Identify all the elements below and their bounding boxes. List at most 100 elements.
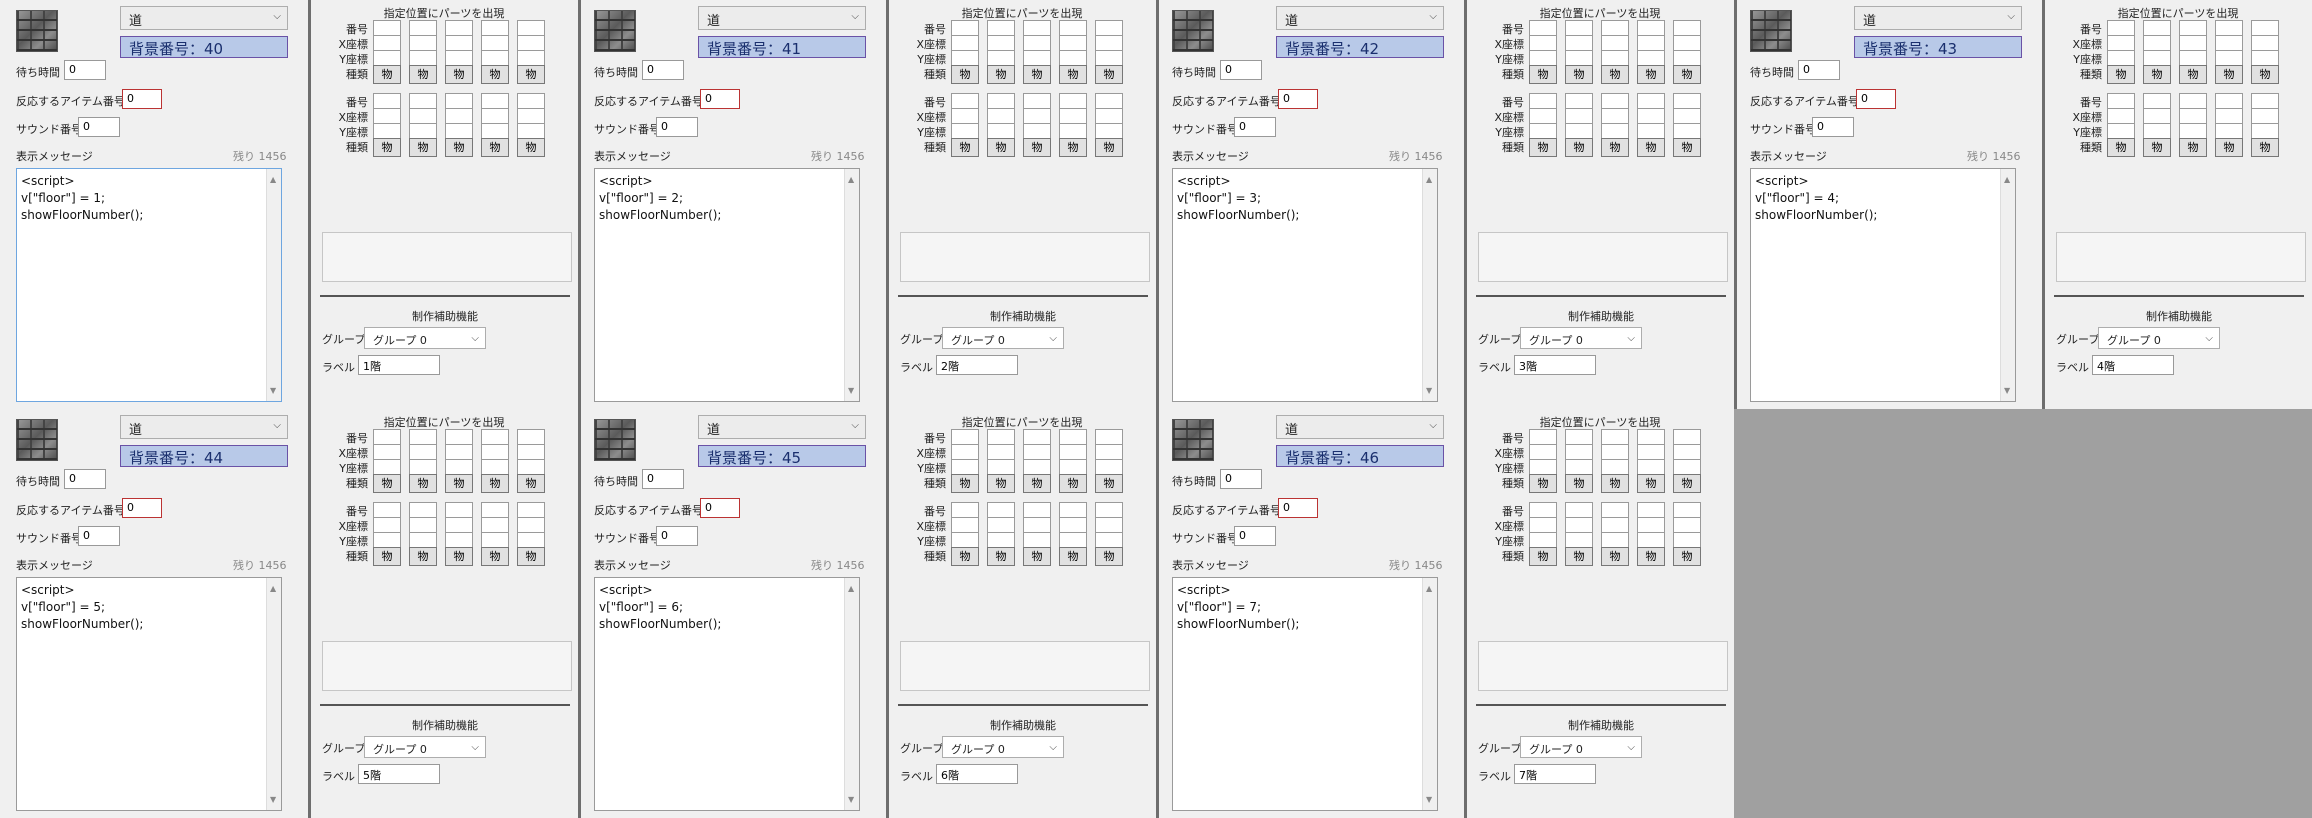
scroll-up-icon[interactable]: ▲ bbox=[848, 171, 854, 188]
wait-input[interactable]: 0 bbox=[1220, 60, 1262, 80]
parts-type-button[interactable]: 物 bbox=[445, 547, 473, 566]
parts-type-button[interactable]: 物 bbox=[1529, 474, 1557, 493]
parts-type-button[interactable]: 物 bbox=[951, 474, 979, 493]
parts-type-button[interactable]: 物 bbox=[1673, 547, 1701, 566]
message-textarea[interactable]: <script> v["floor"] = 3; showFloorNumber… bbox=[1172, 168, 1438, 402]
label-input[interactable]: 7階 bbox=[1514, 764, 1596, 784]
parts-type-button[interactable]: 物 bbox=[1095, 547, 1123, 566]
parts-type-button[interactable]: 物 bbox=[951, 138, 979, 157]
parts-type-button[interactable]: 物 bbox=[1059, 138, 1087, 157]
parts-type-button[interactable]: 物 bbox=[445, 474, 473, 493]
parts-type-button[interactable]: 物 bbox=[1023, 547, 1051, 566]
parts-type-button[interactable]: 物 bbox=[2107, 138, 2135, 157]
parts-type-button[interactable]: 物 bbox=[2179, 65, 2207, 84]
scroll-down-icon[interactable]: ▼ bbox=[848, 791, 854, 808]
parts-type-button[interactable]: 物 bbox=[409, 65, 437, 84]
parts-type-button[interactable]: 物 bbox=[1023, 474, 1051, 493]
parts-type-button[interactable]: 物 bbox=[1637, 65, 1665, 84]
message-scrollbar[interactable]: ▲ ▼ bbox=[844, 169, 859, 401]
parts-type-button[interactable]: 物 bbox=[1565, 65, 1593, 84]
scroll-down-icon[interactable]: ▼ bbox=[270, 791, 276, 808]
item-input[interactable]: 0 bbox=[700, 89, 740, 109]
scroll-up-icon[interactable]: ▲ bbox=[1426, 171, 1432, 188]
parts-type-button[interactable]: 物 bbox=[445, 65, 473, 84]
item-input[interactable]: 0 bbox=[1278, 89, 1318, 109]
scroll-up-icon[interactable]: ▲ bbox=[1426, 580, 1432, 597]
sound-input[interactable]: 0 bbox=[1812, 117, 1854, 137]
parts-type-button[interactable]: 物 bbox=[1601, 138, 1629, 157]
parts-type-button[interactable]: 物 bbox=[481, 65, 509, 84]
parts-type-button[interactable]: 物 bbox=[987, 138, 1015, 157]
parts-type-button[interactable]: 物 bbox=[1673, 474, 1701, 493]
message-scrollbar[interactable]: ▲ ▼ bbox=[1422, 169, 1437, 401]
parts-type-button[interactable]: 物 bbox=[517, 474, 545, 493]
parts-type-button[interactable]: 物 bbox=[1095, 65, 1123, 84]
item-input[interactable]: 0 bbox=[122, 89, 162, 109]
parts-type-button[interactable]: 物 bbox=[2143, 65, 2171, 84]
type-select[interactable]: 道 ⌵ bbox=[698, 415, 866, 439]
wait-input[interactable]: 0 bbox=[1798, 60, 1840, 80]
parts-type-button[interactable]: 物 bbox=[481, 547, 509, 566]
bg-tile-thumbnail[interactable] bbox=[1172, 10, 1214, 52]
parts-type-button[interactable]: 物 bbox=[373, 547, 401, 566]
bg-tile-thumbnail[interactable] bbox=[1172, 419, 1214, 461]
parts-type-button[interactable]: 物 bbox=[517, 65, 545, 84]
parts-type-button[interactable]: 物 bbox=[1565, 547, 1593, 566]
bg-tile-thumbnail[interactable] bbox=[594, 10, 636, 52]
message-textarea[interactable]: <script> v["floor"] = 1; showFloorNumber… bbox=[16, 168, 282, 402]
parts-type-button[interactable]: 物 bbox=[2251, 65, 2279, 84]
type-select[interactable]: 道 ⌵ bbox=[1276, 6, 1444, 30]
parts-type-button[interactable]: 物 bbox=[409, 474, 437, 493]
scroll-down-icon[interactable]: ▼ bbox=[1426, 382, 1432, 399]
type-select[interactable]: 道 ⌵ bbox=[1276, 415, 1444, 439]
parts-type-button[interactable]: 物 bbox=[517, 547, 545, 566]
scroll-down-icon[interactable]: ▼ bbox=[2004, 382, 2010, 399]
parts-type-button[interactable]: 物 bbox=[481, 474, 509, 493]
parts-type-button[interactable]: 物 bbox=[2215, 138, 2243, 157]
parts-type-button[interactable]: 物 bbox=[1673, 138, 1701, 157]
label-input[interactable]: 4階 bbox=[2092, 355, 2174, 375]
parts-type-button[interactable]: 物 bbox=[1637, 138, 1665, 157]
sound-input[interactable]: 0 bbox=[78, 526, 120, 546]
bg-tile-thumbnail[interactable] bbox=[594, 419, 636, 461]
message-textarea[interactable]: <script> v["floor"] = 4; showFloorNumber… bbox=[1750, 168, 2016, 402]
item-input[interactable]: 0 bbox=[1278, 498, 1318, 518]
parts-type-button[interactable]: 物 bbox=[987, 474, 1015, 493]
item-input[interactable]: 0 bbox=[700, 498, 740, 518]
sound-input[interactable]: 0 bbox=[1234, 117, 1276, 137]
group-select[interactable]: グループ 0 ⌵ bbox=[1520, 327, 1642, 349]
type-select[interactable]: 道 ⌵ bbox=[1854, 6, 2022, 30]
scroll-down-icon[interactable]: ▼ bbox=[848, 382, 854, 399]
parts-type-button[interactable]: 物 bbox=[481, 138, 509, 157]
scroll-up-icon[interactable]: ▲ bbox=[2004, 171, 2010, 188]
sound-input[interactable]: 0 bbox=[78, 117, 120, 137]
group-select[interactable]: グループ 0 ⌵ bbox=[2098, 327, 2220, 349]
group-select[interactable]: グループ 0 ⌵ bbox=[942, 736, 1064, 758]
parts-type-button[interactable]: 物 bbox=[517, 138, 545, 157]
wait-input[interactable]: 0 bbox=[64, 60, 106, 80]
parts-type-button[interactable]: 物 bbox=[987, 547, 1015, 566]
group-select[interactable]: グループ 0 ⌵ bbox=[364, 327, 486, 349]
wait-input[interactable]: 0 bbox=[642, 60, 684, 80]
parts-type-button[interactable]: 物 bbox=[1529, 547, 1557, 566]
parts-type-button[interactable]: 物 bbox=[2179, 138, 2207, 157]
label-input[interactable]: 1階 bbox=[358, 355, 440, 375]
parts-type-button[interactable]: 物 bbox=[373, 65, 401, 84]
parts-type-button[interactable]: 物 bbox=[951, 547, 979, 566]
parts-type-button[interactable]: 物 bbox=[2143, 138, 2171, 157]
parts-type-button[interactable]: 物 bbox=[445, 138, 473, 157]
message-textarea[interactable]: <script> v["floor"] = 7; showFloorNumber… bbox=[1172, 577, 1438, 811]
scroll-up-icon[interactable]: ▲ bbox=[270, 580, 276, 597]
parts-type-button[interactable]: 物 bbox=[409, 547, 437, 566]
wait-input[interactable]: 0 bbox=[642, 469, 684, 489]
parts-type-button[interactable]: 物 bbox=[1023, 65, 1051, 84]
parts-type-button[interactable]: 物 bbox=[1095, 138, 1123, 157]
parts-type-button[interactable]: 物 bbox=[409, 138, 437, 157]
parts-type-button[interactable]: 物 bbox=[2107, 65, 2135, 84]
type-select[interactable]: 道 ⌵ bbox=[698, 6, 866, 30]
parts-type-button[interactable]: 物 bbox=[1565, 138, 1593, 157]
parts-type-button[interactable]: 物 bbox=[1095, 474, 1123, 493]
label-input[interactable]: 2階 bbox=[936, 355, 1018, 375]
parts-type-button[interactable]: 物 bbox=[2215, 65, 2243, 84]
label-input[interactable]: 3階 bbox=[1514, 355, 1596, 375]
